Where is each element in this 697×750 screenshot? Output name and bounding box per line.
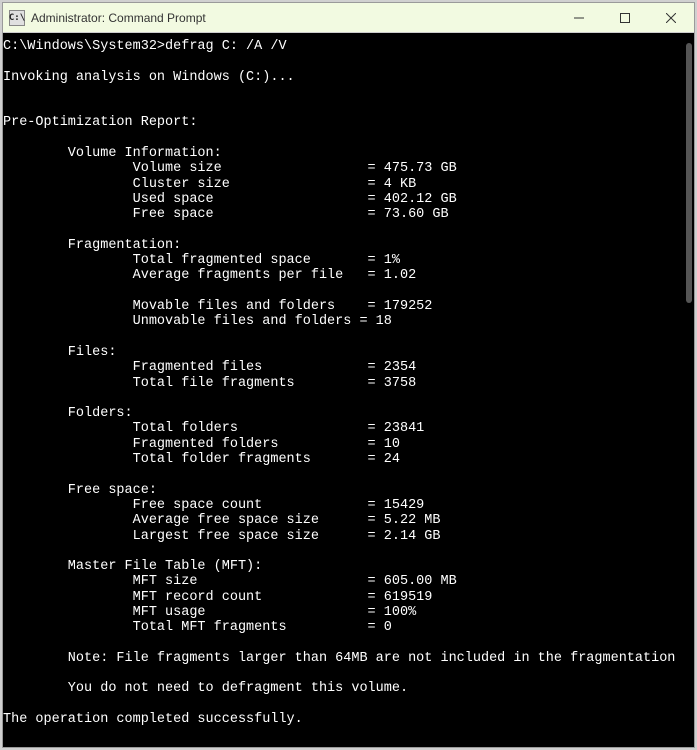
scrollbar-thumb[interactable] — [686, 43, 692, 303]
close-button[interactable] — [648, 3, 694, 32]
terminal-output[interactable]: C:\Windows\System32>defrag C: /A /V Invo… — [3, 33, 676, 747]
terminal-wrap: C:\Windows\System32>defrag C: /A /V Invo… — [3, 33, 694, 747]
command-prompt-window: C:\ Administrator: Command Prompt C:\Win… — [2, 2, 695, 748]
minimize-button[interactable] — [556, 3, 602, 32]
window-controls — [556, 3, 694, 32]
window-title: Administrator: Command Prompt — [31, 11, 556, 25]
maximize-button[interactable] — [602, 3, 648, 32]
titlebar[interactable]: C:\ Administrator: Command Prompt — [3, 3, 694, 33]
scrollbar-track[interactable] — [676, 33, 694, 747]
cmd-icon: C:\ — [9, 10, 25, 26]
